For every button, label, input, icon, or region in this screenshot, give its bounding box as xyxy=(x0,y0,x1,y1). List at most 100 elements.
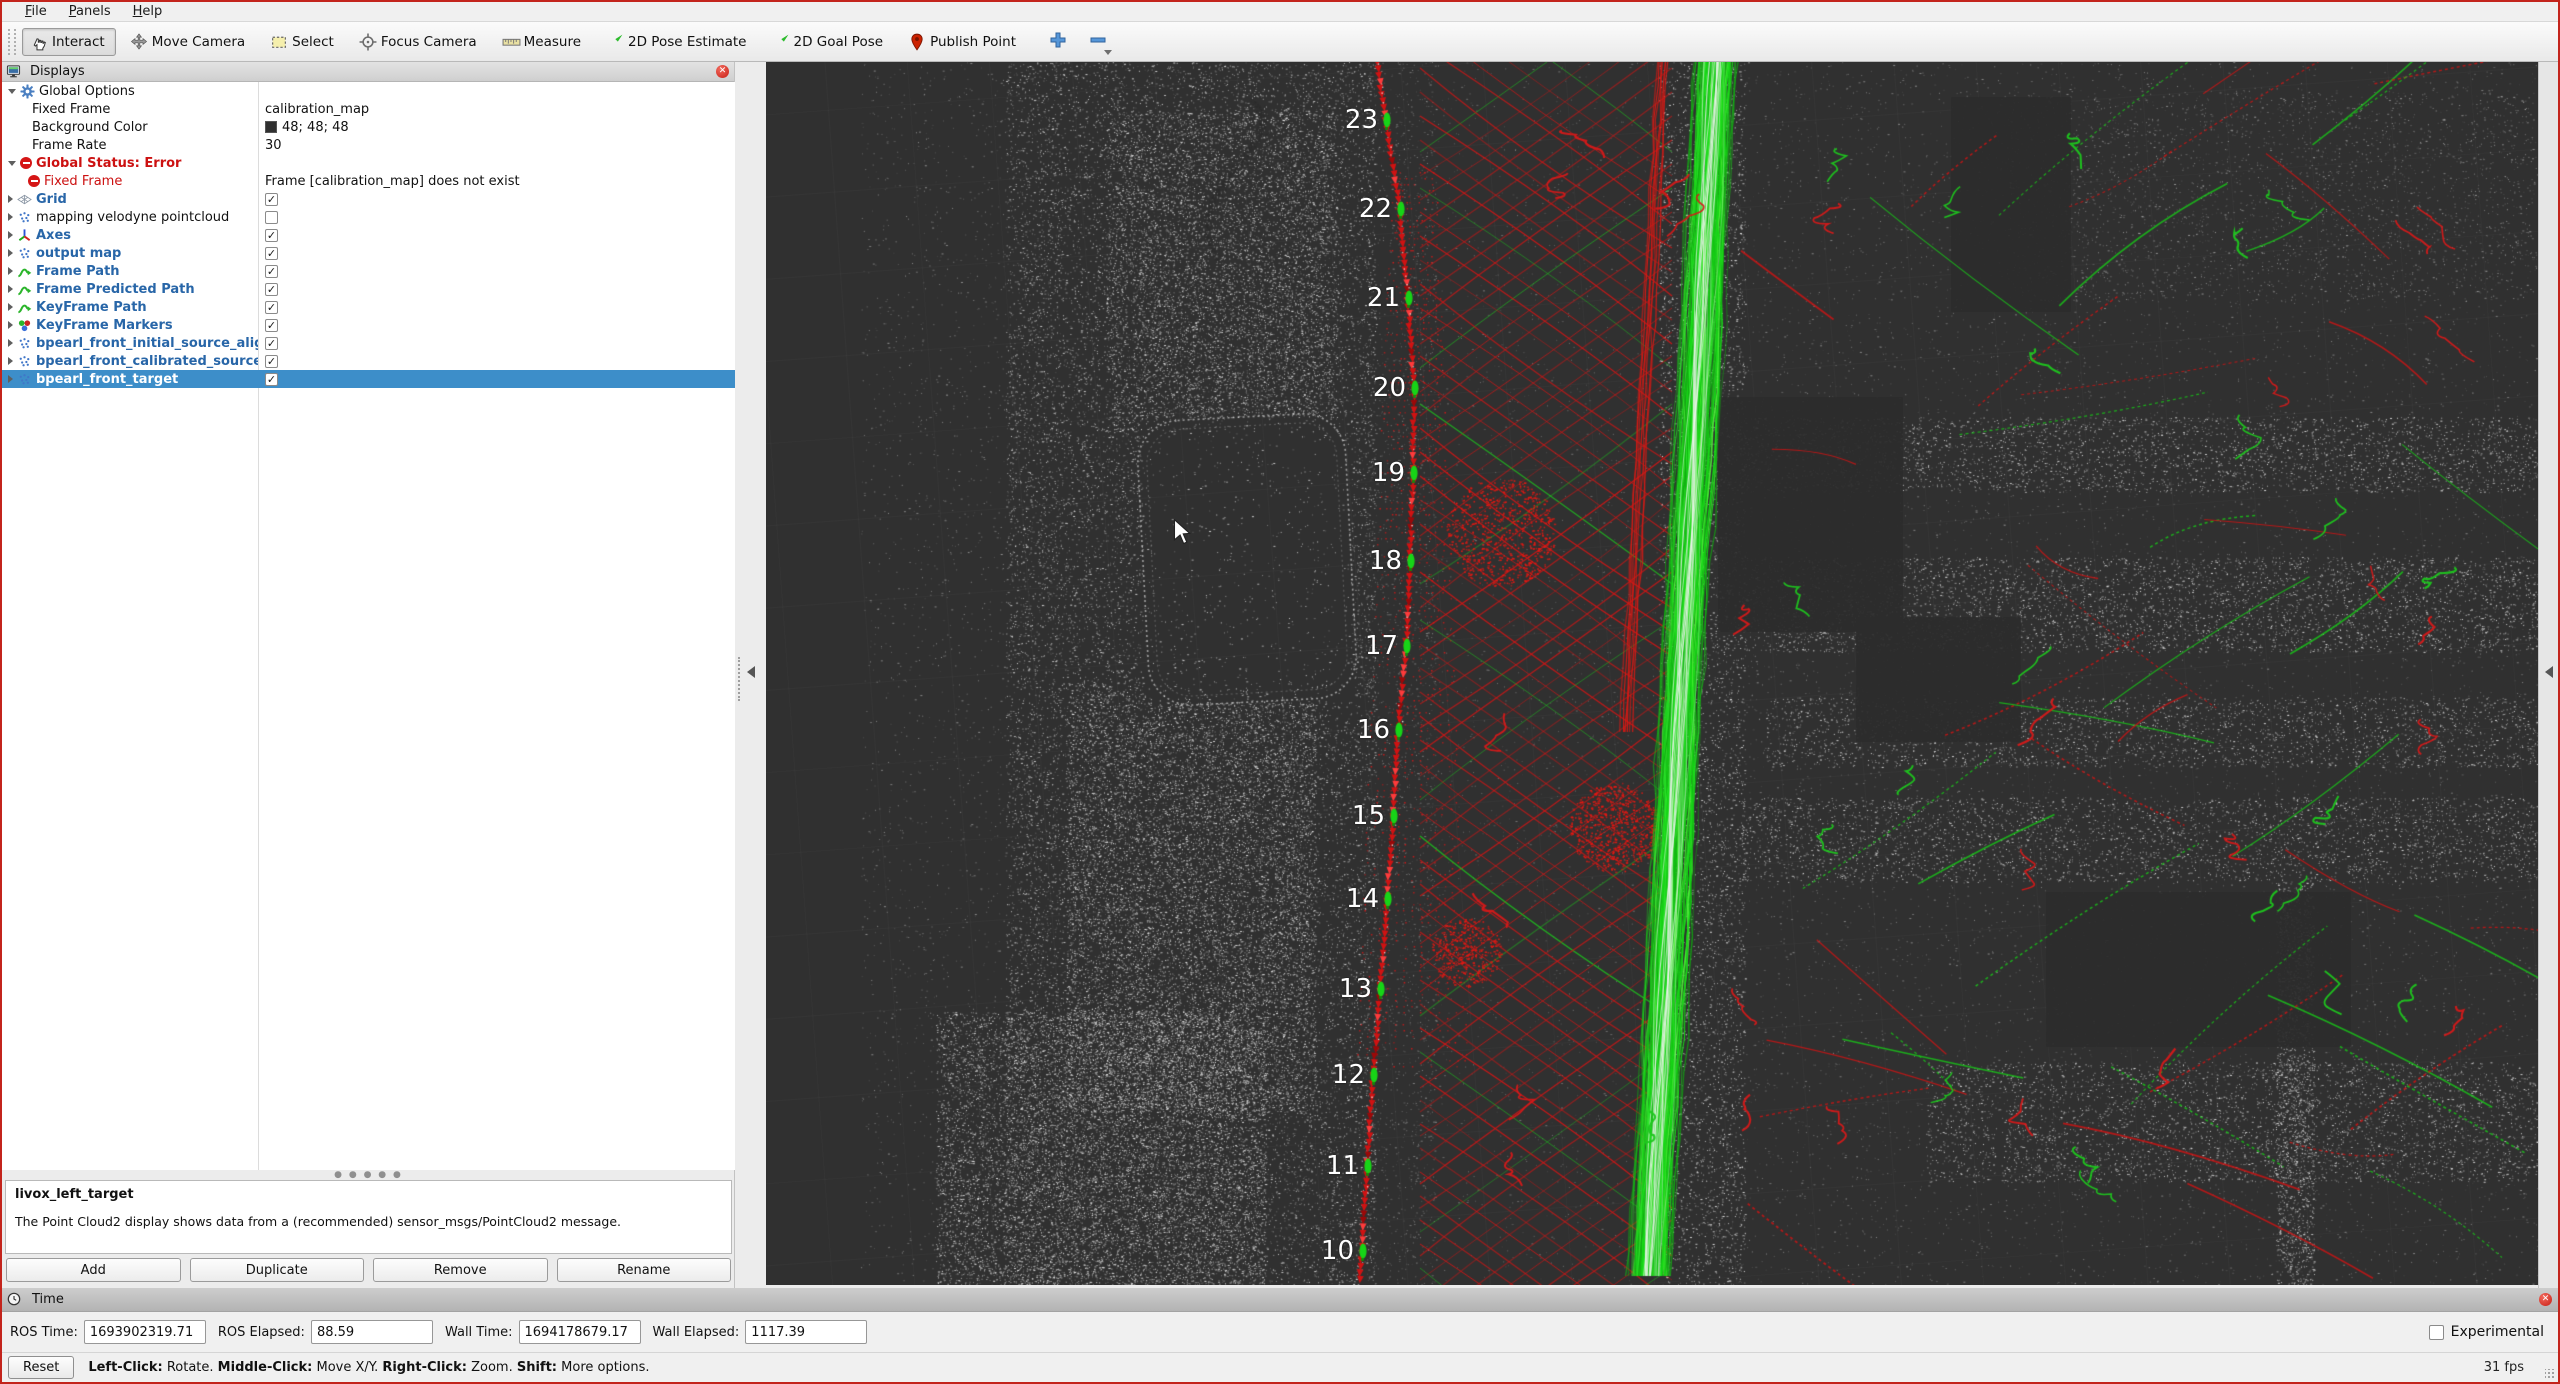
tool-publish-point[interactable]: Publish Point xyxy=(900,28,1027,56)
tool-measure[interactable]: Measure xyxy=(494,28,592,56)
reset-button[interactable]: Reset xyxy=(8,1356,74,1379)
remove-button[interactable]: Remove xyxy=(373,1258,548,1282)
tree-row-background-color[interactable]: Background Color48; 48; 48 xyxy=(2,118,735,136)
display-row-output-map[interactable]: output map✓ xyxy=(2,244,735,262)
expander-closed-icon[interactable] xyxy=(8,195,13,203)
property-value[interactable]: 30 xyxy=(265,138,282,153)
expander-closed-icon[interactable] xyxy=(8,375,13,383)
help-text: Rotate. xyxy=(163,1360,218,1375)
display-row-bpearl_front_target[interactable]: bpearl_front_target ✓ xyxy=(2,370,735,388)
checkbox-checked[interactable]: ✓ xyxy=(265,265,278,278)
expander-closed-icon[interactable] xyxy=(8,321,13,329)
tool-focus-camera[interactable]: Focus Camera xyxy=(351,28,488,56)
wall-elapsed-input[interactable] xyxy=(745,1320,867,1344)
display-row-Frame-Predicted-Path[interactable]: Frame Predicted Path✓ xyxy=(2,280,735,298)
expander-closed-icon[interactable] xyxy=(8,303,13,311)
tree-row-global-options[interactable]: Global Options xyxy=(2,82,735,100)
tree-row-frame-rate[interactable]: Frame Rate30 xyxy=(2,136,735,154)
displays-panel-header[interactable]: Displays ✕ xyxy=(2,62,734,82)
keyframe-label: 10 xyxy=(1300,1236,1354,1266)
display-actions: Add Duplicate Remove Rename xyxy=(2,1258,735,1282)
checkbox-checked[interactable]: ✓ xyxy=(265,319,278,332)
display-row-mapping-velodyne-pointcloud[interactable]: mapping velodyne pointcloud xyxy=(2,208,735,226)
checkbox-checked[interactable]: ✓ xyxy=(265,229,278,242)
tree-value-cell: ✓ xyxy=(258,298,278,316)
time-panel-header[interactable]: Time ✕ xyxy=(2,1288,2558,1312)
right-dock-handle[interactable] xyxy=(2538,62,2558,1288)
tree-name-cell: KeyFrame Path xyxy=(2,298,258,316)
resize-grip[interactable] xyxy=(2545,1369,2555,1379)
tree-value-cell: ✓ xyxy=(258,262,278,280)
expander-closed-icon[interactable] xyxy=(8,231,13,239)
menu-panels[interactable]: Panels xyxy=(60,3,120,20)
add-button[interactable]: Add xyxy=(6,1258,181,1282)
checkbox-checked[interactable]: ✓ xyxy=(265,355,278,368)
duplicate-button[interactable]: Duplicate xyxy=(190,1258,365,1282)
ros-time-input[interactable] xyxy=(84,1320,206,1344)
tree-row-global-status-error[interactable]: Global Status: Error xyxy=(2,154,735,172)
tree-name-cell: Fixed Frame xyxy=(2,100,258,118)
expander-open-icon[interactable] xyxy=(8,161,16,166)
display-row-KeyFrame-Path[interactable]: KeyFrame Path ✓ xyxy=(2,298,735,316)
experimental-checkbox[interactable] xyxy=(2429,1325,2444,1340)
gear-icon xyxy=(20,84,35,99)
checkbox-checked[interactable]: ✓ xyxy=(265,193,278,206)
tree-name-cell: Frame Path xyxy=(2,262,258,280)
tool-2d-goal-pose[interactable]: 2D Goal Pose xyxy=(764,28,895,56)
description-splitter-handle[interactable]: ● ● ● ● ● xyxy=(2,1170,735,1180)
expander-closed-icon[interactable] xyxy=(8,285,13,293)
expander-closed-icon[interactable] xyxy=(8,213,13,221)
pointcloud-render[interactable] xyxy=(766,62,2538,1285)
ros-elapsed-input[interactable] xyxy=(311,1320,433,1344)
help-key: Left-Click: xyxy=(88,1360,162,1375)
collapse-left-panel-icon[interactable] xyxy=(747,666,755,678)
tree-row-fixed-frame[interactable]: Fixed FrameFrame [calibration_map] does … xyxy=(2,172,735,190)
expander-closed-icon[interactable] xyxy=(8,249,13,257)
display-row-KeyFrame-Markers[interactable]: KeyFrame Markers✓ xyxy=(2,316,735,334)
3d-viewport[interactable]: 2322212019181716151413121110 xyxy=(766,62,2538,1285)
property-value[interactable]: Frame [calibration_map] does not exist xyxy=(265,174,520,189)
collapse-right-panel-icon[interactable] xyxy=(2545,666,2553,678)
tool-2d-pose-estimate[interactable]: 2D Pose Estimate xyxy=(598,28,757,56)
property-value[interactable]: 48; 48; 48 xyxy=(282,120,349,135)
toolbar-drag-grip[interactable] xyxy=(8,29,16,55)
menu-help[interactable]: Help xyxy=(124,3,172,20)
time-close-button[interactable]: ✕ xyxy=(2538,1292,2553,1307)
checkbox-unchecked[interactable] xyxy=(265,211,278,224)
wall-time-input[interactable] xyxy=(519,1320,641,1344)
checkbox-checked[interactable]: ✓ xyxy=(265,337,278,350)
tool-label: Publish Point xyxy=(930,34,1016,50)
expander-closed-icon[interactable] xyxy=(8,267,13,275)
chevron-down-icon xyxy=(1104,50,1112,55)
checkbox-checked[interactable]: ✓ xyxy=(265,301,278,314)
tool-interact[interactable]: Interact xyxy=(22,28,116,56)
tree-item-label: Axes xyxy=(36,228,71,243)
checkbox-checked[interactable]: ✓ xyxy=(265,247,278,260)
checkbox-checked[interactable]: ✓ xyxy=(265,283,278,296)
tree-item-label: Global Status: Error xyxy=(36,156,181,171)
add-tool-button[interactable] xyxy=(1043,29,1073,55)
keyframe-label: 23 xyxy=(1324,105,1378,135)
checkbox-checked[interactable]: ✓ xyxy=(265,373,278,386)
displays-close-button[interactable]: ✕ xyxy=(715,64,730,79)
display-row-Axes[interactable]: Axes ✓ xyxy=(2,226,735,244)
display-row-bpearl_front_initial_source_aligned[interactable]: bpearl_front_initial_source_aligned✓ xyxy=(2,334,735,352)
pose-estimate-arrow-icon xyxy=(606,33,624,51)
tree-row-fixed-frame[interactable]: Fixed Frame calibration_map xyxy=(2,100,735,118)
display-row-bpearl_front_calibrated_source_aligned[interactable]: bpearl_front_calibrated_source_aligned✓ xyxy=(2,352,735,370)
left-dock-splitter[interactable] xyxy=(735,62,766,1288)
expander-closed-icon[interactable] xyxy=(8,357,13,365)
expander-closed-icon[interactable] xyxy=(8,339,13,347)
help-key: Middle-Click: xyxy=(218,1360,313,1375)
tool-move-camera[interactable]: Move Camera xyxy=(122,28,256,56)
expander-open-icon[interactable] xyxy=(8,89,16,94)
tool-select[interactable]: Select xyxy=(262,28,345,56)
tree-item-label: bpearl_front_target xyxy=(36,372,178,387)
tool-label: Move Camera xyxy=(152,34,245,50)
rename-button[interactable]: Rename xyxy=(557,1258,732,1282)
menu-file[interactable]: File xyxy=(16,3,56,20)
remove-tool-button[interactable] xyxy=(1083,29,1113,55)
property-value[interactable]: calibration_map xyxy=(265,102,369,117)
display-row-Grid[interactable]: Grid✓ xyxy=(2,190,735,208)
display-row-Frame-Path[interactable]: Frame Path ✓ xyxy=(2,262,735,280)
